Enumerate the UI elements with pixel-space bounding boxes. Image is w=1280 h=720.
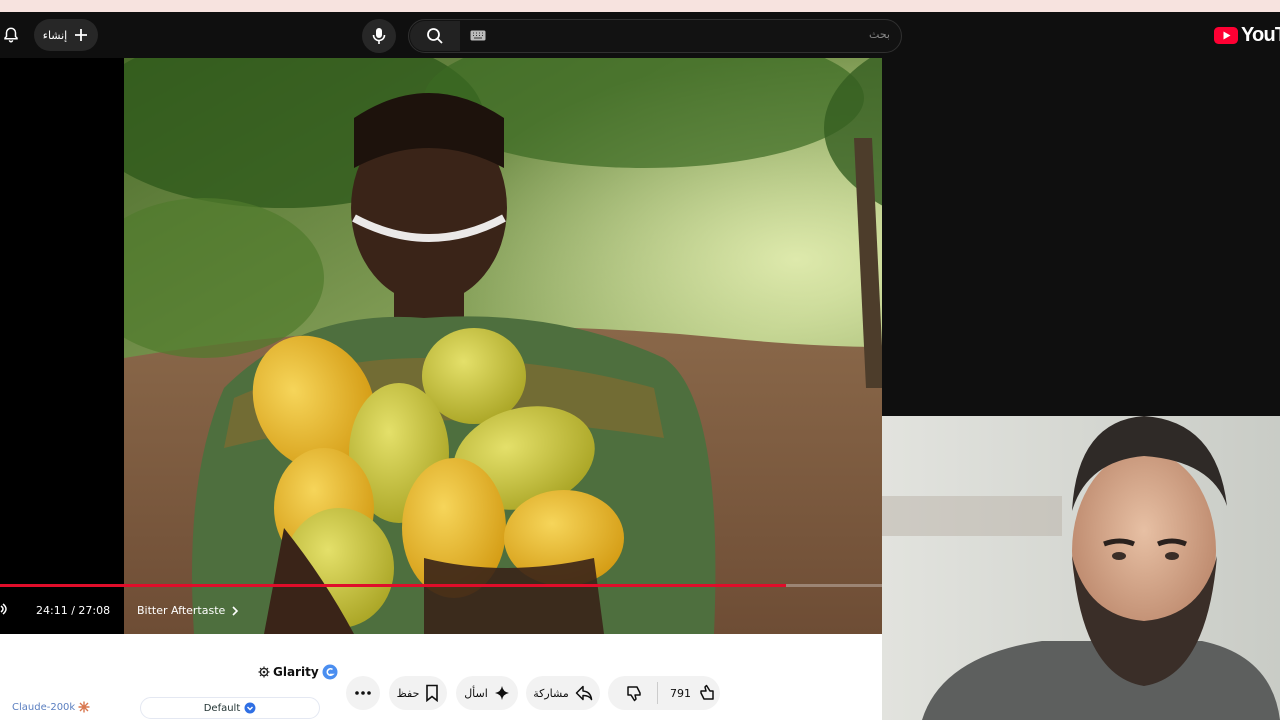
glarity-logo-icon bbox=[322, 664, 338, 680]
youtube-logo[interactable]: YouTube bbox=[1214, 24, 1280, 47]
notifications-bell-icon[interactable] bbox=[2, 26, 20, 44]
thumbs-down-icon bbox=[627, 686, 641, 702]
time-separator: / bbox=[71, 604, 75, 617]
bookmark-icon bbox=[426, 684, 439, 702]
more-actions-button[interactable] bbox=[346, 676, 380, 710]
thumbs-up-icon bbox=[700, 684, 714, 700]
video-frame bbox=[124, 58, 882, 634]
video-thumbnail-image bbox=[124, 58, 882, 634]
voice-search-button[interactable] bbox=[362, 19, 396, 53]
like-count: 791 bbox=[670, 686, 691, 700]
below-player-area bbox=[0, 634, 882, 720]
save-label: حفظ bbox=[396, 686, 420, 700]
chevron-right-icon bbox=[232, 605, 239, 616]
search-button[interactable] bbox=[410, 21, 460, 51]
claude-spark-icon bbox=[78, 701, 90, 713]
share-label: مشاركة bbox=[533, 686, 569, 700]
model-label: Claude-200k bbox=[12, 701, 76, 713]
model-selector[interactable]: Claude-200k bbox=[12, 701, 90, 713]
video-player[interactable]: 24:11 / 27:08 Bitter Aftertaste bbox=[0, 58, 882, 634]
chapter-button[interactable]: Bitter Aftertaste bbox=[137, 604, 239, 617]
share-button[interactable]: مشاركة bbox=[526, 676, 600, 710]
time-total: 27:08 bbox=[78, 604, 111, 617]
more-horizontal-icon bbox=[355, 691, 371, 695]
chapter-title: Bitter Aftertaste bbox=[137, 604, 226, 617]
webcam-person-image bbox=[882, 416, 1280, 720]
like-dislike-group: 791 bbox=[608, 676, 720, 710]
sparkle-icon bbox=[494, 686, 509, 700]
youtube-wordmark: YouTube bbox=[1241, 24, 1280, 46]
ask-label: اسأل bbox=[464, 686, 488, 700]
keyboard-icon[interactable] bbox=[470, 30, 486, 41]
save-button[interactable]: حفظ bbox=[389, 676, 447, 710]
time-display: 24:11 / 27:08 bbox=[36, 604, 110, 617]
glarity-header[interactable]: Glarity bbox=[258, 664, 338, 680]
share-arrow-icon bbox=[575, 685, 592, 701]
youtube-play-icon bbox=[1214, 27, 1238, 44]
webcam-overlay bbox=[882, 416, 1280, 720]
progress-bar[interactable] bbox=[0, 584, 882, 587]
create-label: إنشاء bbox=[42, 28, 68, 42]
mode-selector[interactable]: Default bbox=[140, 697, 320, 719]
microphone-icon bbox=[372, 28, 386, 44]
glarity-name: Glarity bbox=[273, 665, 319, 679]
ask-button[interactable]: اسأل bbox=[456, 676, 518, 710]
gear-icon[interactable] bbox=[258, 666, 270, 678]
plus-icon bbox=[75, 29, 88, 41]
progress-bar-played bbox=[0, 584, 786, 587]
dislike-button[interactable] bbox=[613, 684, 657, 702]
search-icon bbox=[427, 28, 443, 44]
create-button[interactable]: إنشاء bbox=[34, 19, 98, 51]
chevron-down-circle-icon bbox=[244, 702, 256, 714]
time-current: 24:11 bbox=[36, 604, 68, 617]
mode-label: Default bbox=[203, 702, 241, 714]
like-button[interactable]: 791 bbox=[658, 684, 715, 702]
search-input[interactable]: بحث bbox=[840, 28, 890, 41]
volume-icon[interactable] bbox=[0, 602, 12, 616]
